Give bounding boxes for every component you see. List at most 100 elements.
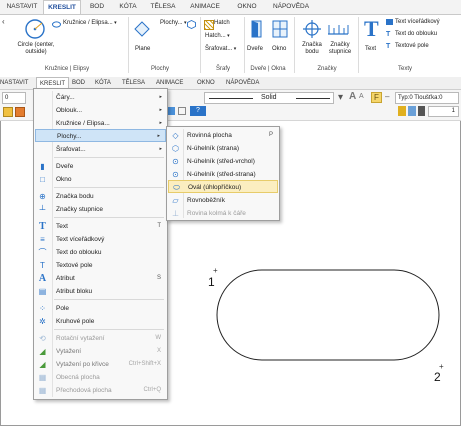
bulb-icon[interactable] xyxy=(398,106,406,116)
zoom-field[interactable]: 1 xyxy=(428,106,459,117)
submenu-item-rovnobeznik[interactable]: ▱ Rovnoběžník xyxy=(167,194,279,207)
door-icon[interactable] xyxy=(250,20,264,38)
tab-nastavit[interactable]: NASTAVIT xyxy=(0,77,34,89)
ribbon-tab-okno[interactable]: OKNO xyxy=(232,0,262,14)
znacka-bodu-button[interactable]: Značka bodu xyxy=(299,42,325,56)
menu-item-vytazeni-po-krivce[interactable]: ◢ Vytažení po křivce Ctrl+Shift+X xyxy=(34,358,167,371)
znacky-stupnice-button[interactable]: Značky stupnice xyxy=(325,42,355,56)
plane-icon[interactable] xyxy=(134,21,150,37)
ribbon-tab-nastavit[interactable]: NASTAVIT xyxy=(2,0,42,14)
menu-item-text-do-oblouku[interactable]: ⌒ Text do oblouku xyxy=(34,246,167,259)
fill-button[interactable]: F xyxy=(371,92,382,103)
font-grow-button[interactable]: A xyxy=(349,91,356,102)
menu-separator xyxy=(54,329,164,330)
pen-icon[interactable] xyxy=(418,106,425,116)
menu-item-label: Značka bodu xyxy=(56,193,94,200)
help-button[interactable]: ? xyxy=(190,106,206,116)
menu-item-atribut[interactable]: A Atribut S xyxy=(34,272,167,285)
scale-marks-icon: ┴ xyxy=(39,205,46,214)
chevron-down-icon[interactable]: ▾ xyxy=(338,92,343,103)
menu-item-text-viceradkovy[interactable]: ≡ Text víceřádkový xyxy=(34,233,167,246)
menu-item-rotacni-vytazeni[interactable]: ⟲ Rotační vytažení W xyxy=(34,332,167,345)
menu-item-label: Kruhové pole xyxy=(56,318,95,325)
menu-item-dvere[interactable]: ▮ Dveře xyxy=(34,160,167,173)
textove-pole-button[interactable]: Textové pole xyxy=(395,43,429,49)
plane-label[interactable]: Plane xyxy=(135,46,150,52)
ribbon-tab-napoveda[interactable]: NÁPOVĚDA xyxy=(268,0,314,14)
window-icon: □ xyxy=(40,175,45,184)
menu-item-srafovat[interactable]: Šrafovat... ▸ xyxy=(34,143,167,156)
attribute-block-icon: ▤ xyxy=(38,287,47,296)
text-do-oblouku-button[interactable]: Text do oblouku xyxy=(395,31,437,37)
menu-item-label: Značky stupnice xyxy=(56,206,103,213)
group-label-kruznice-elipsy: Kružnice | Elipsy xyxy=(44,66,90,72)
menu-item-atribut-bloku[interactable]: ▤ Atribut bloku xyxy=(34,285,167,298)
menu-item-vytazeni[interactable]: ◢ Vytažení X xyxy=(34,345,167,358)
menu-item-label: Šrafovat... xyxy=(56,146,86,153)
submenu-item-label: Ovál (úhlopříčkou) xyxy=(188,184,242,191)
submenu-arrow-icon: ▸ xyxy=(159,107,162,113)
snap-icon[interactable] xyxy=(15,107,25,117)
circle-center-outside-label[interactable]: Circle (center, outside) xyxy=(8,42,64,56)
submenu-item-n-uhelnik-strana[interactable]: ⬡ N-úhelník (strana) xyxy=(167,142,279,155)
ribbon-tab-kota[interactable]: KÓTA xyxy=(114,0,142,14)
tab-okno[interactable]: OKNO xyxy=(197,77,221,89)
window-icon[interactable] xyxy=(272,20,288,38)
kruznice-elipsa-dropdown[interactable]: Kružnice / Elipsa... xyxy=(63,20,117,26)
menu-item-plochy[interactable]: Plochy... ▸ xyxy=(35,129,166,142)
submenu-arrow-icon: ▸ xyxy=(159,94,162,100)
menu-item-cary[interactable]: Čáry... ▸ xyxy=(34,91,167,104)
tab-napoveda[interactable]: NÁPOVĚDA xyxy=(226,77,266,89)
blue-tool-icon[interactable] xyxy=(167,107,175,115)
dvere-button[interactable]: Dveře xyxy=(247,46,263,52)
menu-item-kruhove-pole[interactable]: ✲ Kruhové pole xyxy=(34,315,167,328)
menu-item-text[interactable]: T Text T xyxy=(34,220,167,233)
srafovat-dropdown[interactable]: Šrafovat... xyxy=(205,46,236,52)
menu-item-znacka-bodu[interactable]: ⊕ Značka bodu xyxy=(34,190,167,203)
submenu-item-shortcut: P xyxy=(268,132,273,138)
oval-shape[interactable] xyxy=(216,269,440,361)
text-icon[interactable]: T xyxy=(364,18,379,40)
submenu-item-oval-uhloprickou[interactable]: ⬭ Ovál (úhlopříčkou) xyxy=(168,180,278,193)
type-thickness-field[interactable]: Typ:0 Tloušťka:0 xyxy=(395,92,459,104)
layer-field[interactable]: 0 xyxy=(2,92,26,104)
ribbon-tab-kreslit[interactable]: KRESLIT xyxy=(43,0,81,15)
point-mark-icon: ⊕ xyxy=(39,192,46,201)
ribbon-tab-telesa[interactable]: TĚLESA xyxy=(146,0,180,14)
hatch-dropdown[interactable]: Hatch... xyxy=(205,33,230,39)
okno-button[interactable]: Okno xyxy=(272,46,286,52)
text-button[interactable]: Text xyxy=(365,46,376,52)
submenu-item-rovinna-plocha[interactable]: ◇ Rovinná plocha P xyxy=(167,129,279,142)
hatch-button[interactable]: Hatch xyxy=(214,20,230,26)
menu-item-prechodova-plocha[interactable]: ▦ Přechodová plocha Ctrl+Q xyxy=(34,384,167,397)
menu-item-pole[interactable]: ⁘ Pole xyxy=(34,302,167,315)
lock-icon[interactable] xyxy=(408,106,416,116)
menu-item-obecna-plocha[interactable]: ▦ Obecná plocha xyxy=(34,371,167,384)
fill-dropdown-icon[interactable]: – xyxy=(385,92,389,101)
menu-item-label: Atribut xyxy=(56,275,75,282)
ribbon-tab-animace[interactable]: ANIMACE xyxy=(184,0,226,14)
submenu-item-label: Rovinná plocha xyxy=(187,132,232,139)
ellipse-small-icon xyxy=(52,21,61,28)
linestyle-select[interactable]: Solid xyxy=(204,92,334,104)
scale-marks-icon[interactable] xyxy=(327,22,349,36)
point-mark-icon[interactable] xyxy=(303,20,321,38)
ribbon-separator xyxy=(128,17,129,73)
text-icon: T xyxy=(39,221,46,232)
layer-color-icon[interactable] xyxy=(3,107,13,117)
menu-item-oblouk[interactable]: Oblouk... ▸ xyxy=(34,104,167,117)
submenu-item-n-uhelnik-stred-vrchol[interactable]: ⊙ N-úhelník (střed-vrchol) xyxy=(167,155,279,168)
menu-item-okno[interactable]: □ Okno xyxy=(34,173,167,186)
ribbon-tab-bod[interactable]: BOD xyxy=(84,0,110,14)
frame-tool-icon[interactable] xyxy=(178,107,186,115)
font-shrink-button[interactable]: A xyxy=(359,93,364,100)
plochy-dropdown[interactable]: Plochy... xyxy=(160,20,186,26)
multiline-text-icon xyxy=(386,19,393,25)
submenu-item-rovina-kolma-k-care[interactable]: ⊥ Rovina kolmá k čáře xyxy=(167,207,279,220)
circle-center-outside-icon[interactable] xyxy=(24,18,46,40)
menu-item-textove-pole[interactable]: T Textové pole xyxy=(34,259,167,272)
menu-item-shortcut: W xyxy=(155,335,161,341)
menu-item-znacky-stupnice[interactable]: ┴ Značky stupnice xyxy=(34,203,167,216)
ribbon-scroll-left-icon[interactable]: ‹ xyxy=(2,17,5,26)
text-viceradkovy-button[interactable]: Text víceřádkový xyxy=(395,19,440,25)
